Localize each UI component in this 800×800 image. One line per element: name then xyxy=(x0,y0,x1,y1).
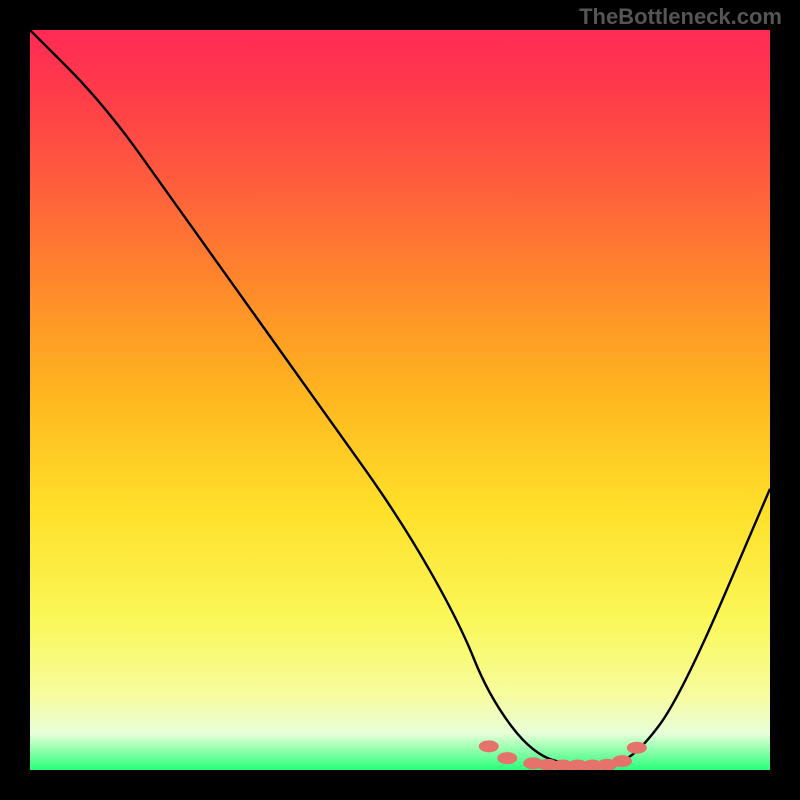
bottleneck-curve xyxy=(30,30,770,766)
attribution-text: TheBottleneck.com xyxy=(579,4,782,30)
plot-area xyxy=(30,30,770,770)
marker-point xyxy=(479,740,499,752)
marker-point xyxy=(497,752,517,764)
highlight-markers xyxy=(479,740,647,770)
chart-svg xyxy=(30,30,770,770)
marker-point xyxy=(612,755,632,767)
marker-point xyxy=(627,742,647,754)
